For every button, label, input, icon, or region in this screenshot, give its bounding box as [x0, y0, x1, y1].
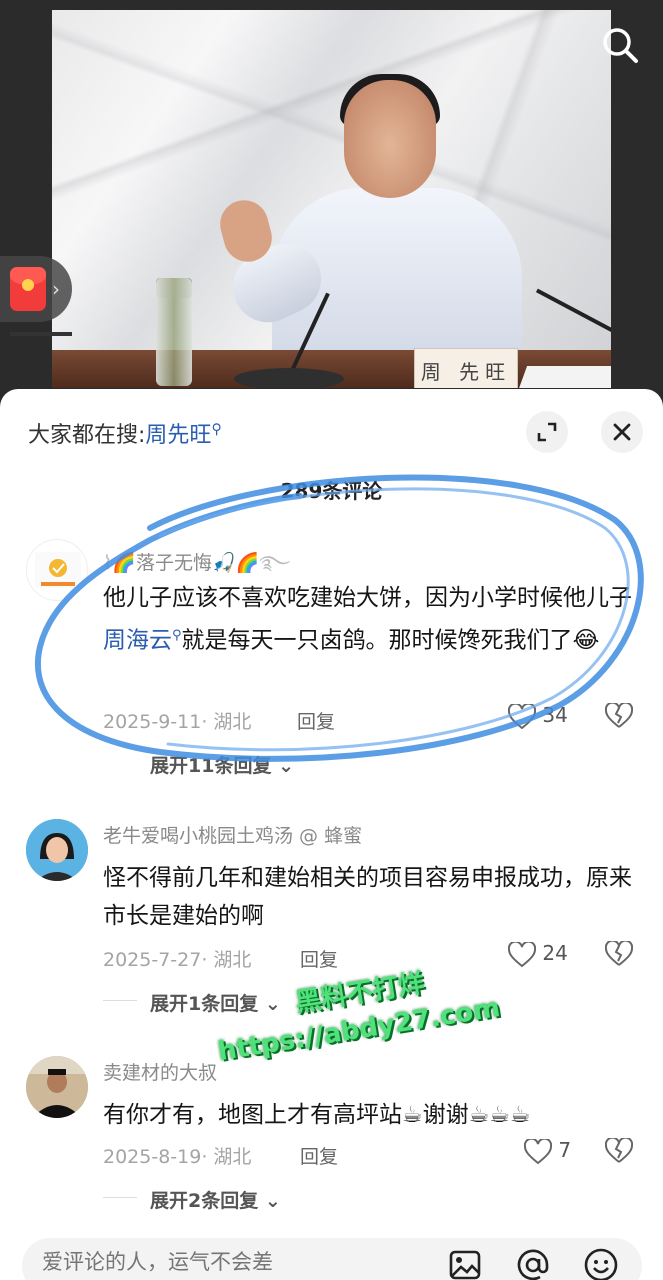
microphone: [10, 332, 72, 336]
dislike-button[interactable]: [604, 939, 634, 967]
broken-heart-icon: [604, 1136, 634, 1163]
fullscreen-button[interactable]: [526, 411, 568, 453]
mention-button[interactable]: [514, 1246, 552, 1280]
heart-icon: [523, 1137, 553, 1164]
comment-sheet: 大家都在搜:周先旺⚲ 289条评论 ⌇🌈落子无悔🎣🌈࿐ 他儿子应该不喜欢吃建始大…: [0, 389, 663, 1280]
dislike-button[interactable]: [604, 1136, 634, 1164]
video-frame[interactable]: 周 先旺: [52, 10, 611, 388]
like-button[interactable]: 34: [507, 702, 568, 730]
comment-author[interactable]: 卖建材的大叔: [103, 1058, 217, 1085]
emoji-button[interactable]: [582, 1246, 620, 1280]
avatar[interactable]: [26, 539, 88, 601]
close-button[interactable]: [601, 411, 643, 453]
decoration-icon: ⌇: [103, 552, 113, 574]
chevron-right-icon: ›: [52, 277, 60, 301]
comment-text: 怪不得前几年和建始相关的项目容易申报成功，原来市长是建始的啊: [103, 865, 632, 929]
trending-search[interactable]: 大家都在搜:周先旺⚲: [28, 417, 222, 449]
broken-heart-icon: [604, 701, 634, 728]
chevron-down-icon: ⌄: [264, 993, 281, 1015]
comment-author[interactable]: 老牛爱喝小桃园土鸡汤 @ 蜂蜜: [103, 821, 362, 848]
divider: [103, 1197, 137, 1198]
rainbow-icon: 🌈: [235, 552, 260, 574]
heart-icon: [507, 702, 537, 729]
like-count: 7: [558, 1138, 572, 1162]
comment-date: 2025-9-11· 湖北: [103, 711, 252, 733]
comment-date: 2025-7-27· 湖北: [103, 949, 252, 971]
heart-icon: [507, 940, 537, 967]
red-packet-icon: [10, 267, 46, 311]
image-button[interactable]: [446, 1246, 484, 1280]
comment-input[interactable]: [42, 1250, 442, 1274]
comment-count: 289条评论: [280, 479, 383, 503]
expand-replies[interactable]: 展开2条回复 ⌄: [150, 1186, 281, 1213]
search-mini-icon: ⚲: [172, 628, 182, 643]
smiley-icon: [584, 1248, 618, 1280]
like-count: 34: [542, 703, 568, 727]
expand-replies[interactable]: 展开11条回复 ⌄: [150, 751, 294, 778]
like-button[interactable]: 7: [523, 1137, 572, 1165]
search-icon: [603, 28, 638, 63]
speaker-figure: [214, 74, 542, 380]
rainbow-icon: 🌈: [112, 552, 136, 574]
comment-text: 他儿子应该不喜欢吃建始大饼，因为小学时候他儿子周海云⚲就是每天一只卤鸽。那时候馋…: [103, 585, 632, 654]
nameplate: 周 先旺: [414, 348, 518, 388]
reply-button[interactable]: 回复: [300, 945, 338, 972]
laugh-cry-emoji: 😂: [572, 627, 600, 654]
comment-input-bar: [0, 1226, 663, 1280]
avatar[interactable]: [26, 1056, 88, 1118]
red-packet-tab[interactable]: ›: [0, 256, 72, 322]
trending-search-term[interactable]: 周先旺: [145, 423, 211, 448]
mention-link[interactable]: 周海云: [103, 628, 172, 654]
video-player[interactable]: 周 先旺 ›: [0, 0, 663, 400]
broken-heart-icon: [604, 939, 634, 966]
expand-replies[interactable]: 展开1条回复 ⌄: [150, 989, 281, 1016]
expand-icon: [537, 422, 557, 442]
like-count: 24: [542, 941, 568, 965]
close-icon: [613, 423, 631, 441]
comment-text: 有你才有，地图上才有高坪站☕谢谢☕☕☕: [103, 1102, 531, 1128]
fishing-icon: 🎣: [211, 552, 236, 574]
dislike-button[interactable]: [604, 701, 634, 729]
comment-input-box[interactable]: [22, 1238, 642, 1280]
like-button[interactable]: 24: [507, 940, 568, 968]
search-mini-icon: ⚲: [211, 421, 222, 438]
image-icon: [449, 1250, 481, 1280]
comment-date: 2025-8-19· 湖北: [103, 1146, 252, 1168]
divider: [103, 1000, 137, 1001]
chevron-down-icon: ⌄: [278, 755, 294, 777]
tea-cup: [156, 278, 192, 386]
trending-search-prefix: 大家都在搜:: [28, 423, 146, 448]
reply-button[interactable]: 回复: [300, 1142, 338, 1169]
at-icon: [517, 1249, 549, 1280]
decoration-icon: ࿐: [259, 552, 291, 574]
search-button[interactable]: [599, 24, 641, 66]
reply-button[interactable]: 回复: [297, 707, 335, 734]
avatar[interactable]: [26, 819, 88, 881]
chevron-down-icon: ⌄: [264, 1190, 281, 1212]
